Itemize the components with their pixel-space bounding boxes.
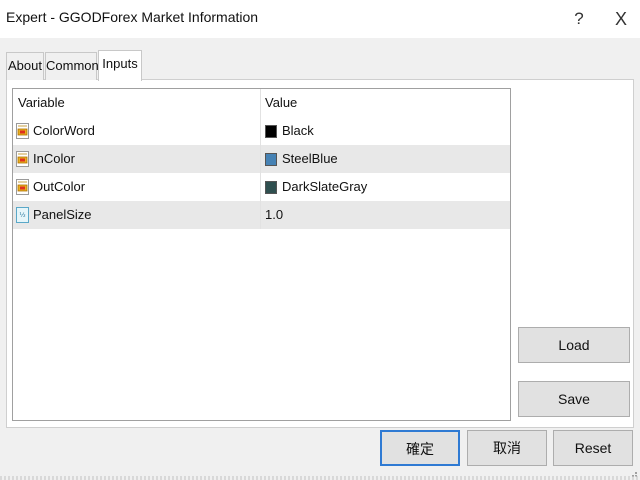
variable-value: DarkSlateGray — [282, 179, 368, 194]
color-variable-icon — [16, 179, 29, 195]
svg-text:½: ½ — [19, 211, 25, 219]
table-row[interactable]: ColorWord Black — [13, 117, 510, 145]
variable-value: 1.0 — [265, 207, 284, 222]
grid-header: Variable Value — [13, 89, 510, 117]
ok-button[interactable]: 確定 — [380, 430, 460, 466]
variable-value: SteelBlue — [282, 151, 338, 166]
close-button[interactable]: X — [604, 4, 638, 34]
variable-cell[interactable]: InColor — [13, 145, 261, 173]
save-button[interactable]: Save — [518, 381, 630, 417]
reset-button[interactable]: Reset — [553, 430, 633, 466]
variable-value: Black — [282, 123, 314, 138]
variable-cell[interactable]: ColorWord — [13, 117, 261, 145]
color-variable-icon — [16, 151, 29, 167]
tab-inputs[interactable]: Inputs — [98, 50, 142, 81]
variable-name: ColorWord — [33, 123, 95, 138]
tab-common[interactable]: Common — [45, 52, 99, 80]
table-row[interactable]: OutColor DarkSlateGray — [13, 173, 510, 201]
color-swatch — [265, 181, 277, 194]
variable-name: OutColor — [33, 179, 86, 194]
color-swatch — [265, 125, 277, 138]
inputs-grid: Variable Value ColorWord Black InColor S… — [12, 88, 511, 421]
color-variable-icon — [16, 123, 29, 139]
value-cell[interactable]: SteelBlue — [261, 145, 510, 173]
bottom-edge — [0, 476, 640, 480]
table-row[interactable]: ½ PanelSize 1.0 — [13, 201, 510, 229]
column-header-variable[interactable]: Variable — [13, 89, 261, 117]
cancel-button[interactable]: 取消 — [467, 430, 547, 466]
value-cell[interactable]: Black — [261, 117, 510, 145]
variable-cell[interactable]: OutColor — [13, 173, 261, 201]
variable-name: InColor — [33, 151, 75, 166]
load-button[interactable]: Load — [518, 327, 630, 363]
value-cell[interactable]: 1.0 — [261, 201, 510, 229]
column-header-value[interactable]: Value — [261, 89, 510, 117]
numeric-variable-icon: ½ — [16, 207, 29, 223]
color-swatch — [265, 153, 277, 166]
title-bar: Expert - GGODForex Market Information ? … — [0, 0, 640, 38]
variable-name: PanelSize — [33, 207, 92, 222]
window-title: Expert - GGODForex Market Information — [6, 9, 259, 25]
variable-cell[interactable]: ½ PanelSize — [13, 201, 261, 229]
table-row[interactable]: InColor SteelBlue — [13, 145, 510, 173]
value-cell[interactable]: DarkSlateGray — [261, 173, 510, 201]
tab-about[interactable]: About — [6, 52, 44, 80]
help-button[interactable]: ? — [562, 4, 596, 34]
